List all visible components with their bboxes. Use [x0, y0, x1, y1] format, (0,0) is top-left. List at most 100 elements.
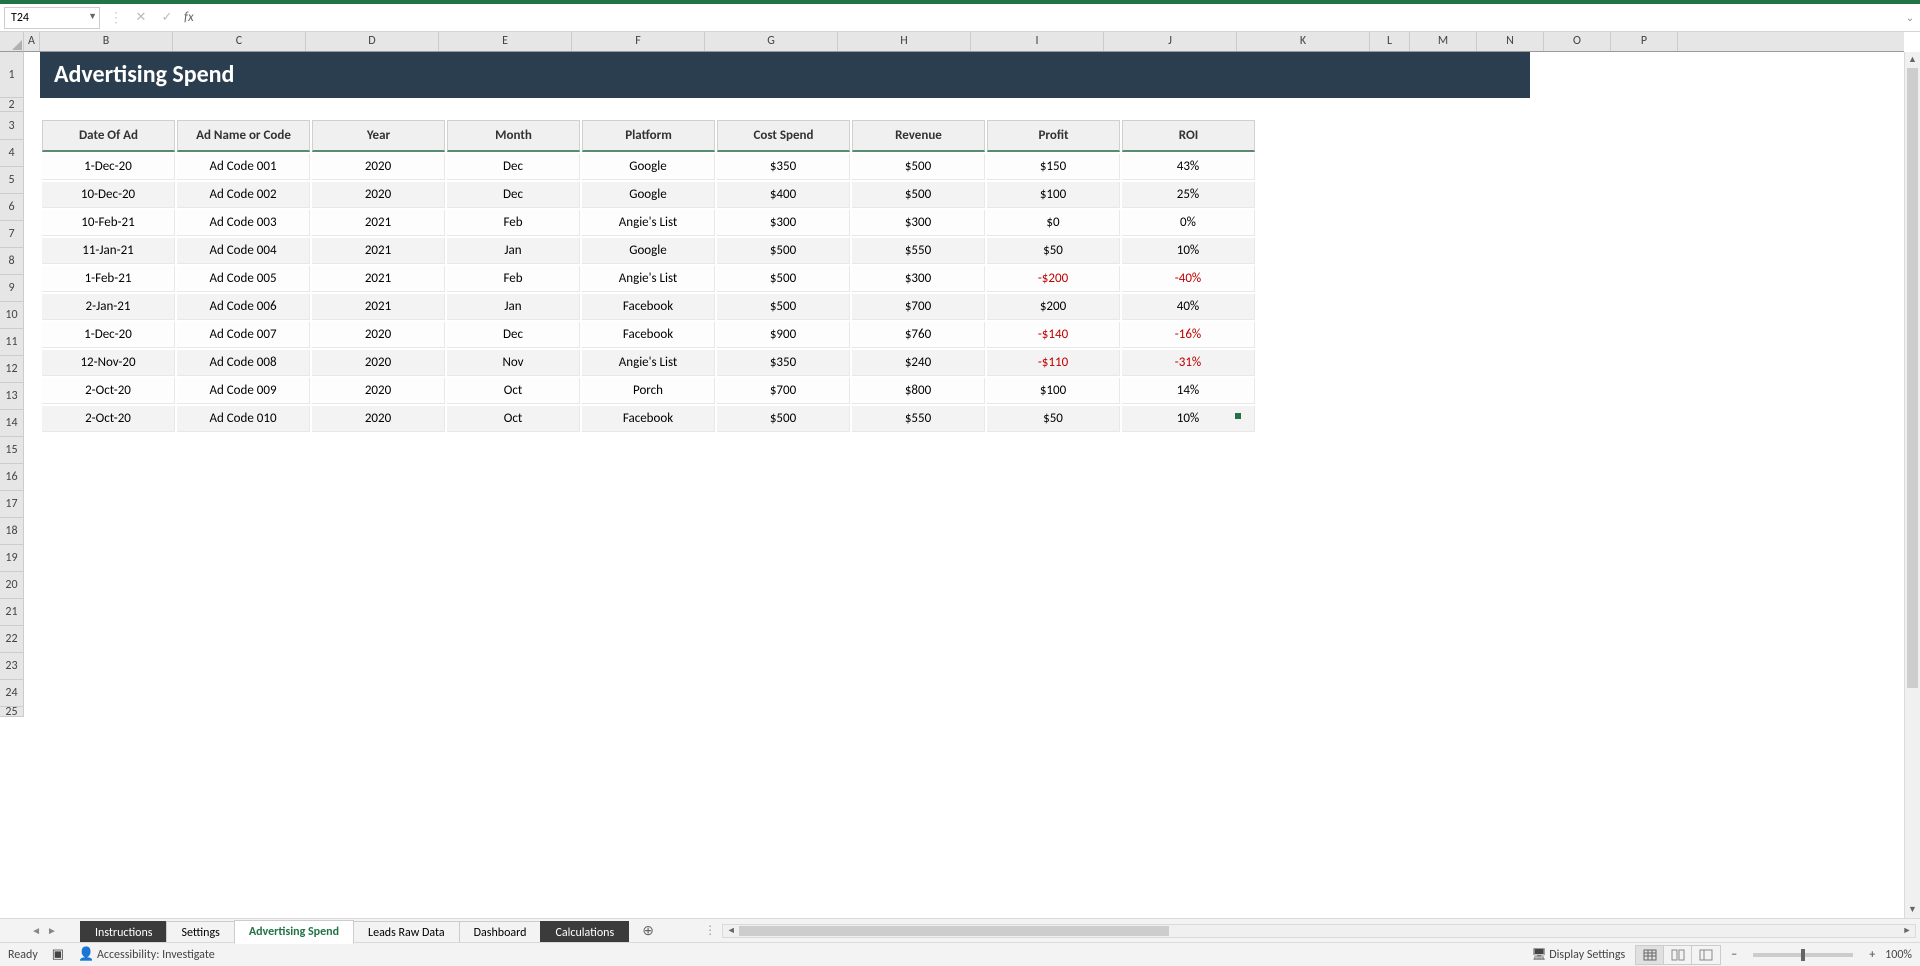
table-cell[interactable]: Google [582, 154, 715, 180]
column-header-N[interactable]: N [1477, 32, 1544, 51]
table-row[interactable]: 1-Feb-21Ad Code 0052021FebAngie's List$5… [42, 266, 1255, 292]
table-row[interactable]: 2-Jan-21Ad Code 0062021JanFacebook$500$7… [42, 294, 1255, 320]
table-cell[interactable]: 2020 [312, 322, 445, 348]
table-cell[interactable]: Ad Code 004 [177, 238, 310, 264]
table-cell[interactable]: $550 [852, 406, 985, 432]
table-cell[interactable]: 25% [1122, 182, 1255, 208]
table-cell[interactable]: -16% [1122, 322, 1255, 348]
scroll-up-button[interactable]: ▲ [1905, 52, 1920, 68]
table-cell[interactable]: -$140 [987, 322, 1120, 348]
table-cell[interactable]: 40% [1122, 294, 1255, 320]
row-header-7[interactable]: 7 [0, 221, 23, 248]
accessibility-status[interactable]: 👤 Accessibility: Investigate [78, 947, 215, 962]
column-header-E[interactable]: E [439, 32, 572, 51]
table-cell[interactable]: Facebook [582, 294, 715, 320]
table-row[interactable]: 1-Dec-20Ad Code 0072020DecFacebook$900$7… [42, 322, 1255, 348]
display-settings-button[interactable]: 🖥 Display Settings [1531, 947, 1625, 962]
enter-formula-button[interactable]: ✓ [158, 10, 176, 25]
table-cell[interactable]: 2020 [312, 154, 445, 180]
table-cell[interactable]: 10% [1122, 238, 1255, 264]
table-cell[interactable]: Ad Code 001 [177, 154, 310, 180]
table-cell[interactable]: $700 [852, 294, 985, 320]
table-header[interactable]: ROI [1122, 120, 1255, 152]
vertical-scrollbar[interactable]: ▲ ▼ [1904, 52, 1920, 918]
table-cell[interactable]: 11-Jan-21 [42, 238, 175, 264]
table-cell[interactable]: Ad Code 005 [177, 266, 310, 292]
table-cell[interactable]: Facebook [582, 406, 715, 432]
row-header-17[interactable]: 17 [0, 491, 23, 518]
table-cell[interactable]: 2-Jan-21 [42, 294, 175, 320]
zoom-in-button[interactable]: + [1869, 948, 1875, 962]
table-cell[interactable]: -$200 [987, 266, 1120, 292]
table-cell[interactable]: Google [582, 182, 715, 208]
row-header-16[interactable]: 16 [0, 464, 23, 491]
table-cell[interactable]: Dec [447, 154, 580, 180]
table-cell[interactable]: 14% [1122, 378, 1255, 404]
table-cell[interactable]: Jan [447, 294, 580, 320]
row-header-23[interactable]: 23 [0, 653, 23, 680]
table-cell[interactable]: Angie's List [582, 210, 715, 236]
row-header-15[interactable]: 15 [0, 437, 23, 464]
horizontal-scroll-thumb[interactable] [739, 926, 1169, 936]
table-cell[interactable]: Ad Code 010 [177, 406, 310, 432]
table-cell[interactable]: $150 [987, 154, 1120, 180]
table-cell[interactable]: -$110 [987, 350, 1120, 376]
column-header-F[interactable]: F [572, 32, 705, 51]
table-cell[interactable]: Ad Code 002 [177, 182, 310, 208]
table-cell[interactable]: $200 [987, 294, 1120, 320]
table-cell[interactable]: 2-Oct-20 [42, 378, 175, 404]
column-header-A[interactable]: A [24, 32, 40, 51]
table-cell[interactable]: 1-Feb-21 [42, 266, 175, 292]
table-cell[interactable]: $240 [852, 350, 985, 376]
row-header-2[interactable]: 2 [0, 98, 23, 112]
row-header-4[interactable]: 4 [0, 140, 23, 167]
sheet-tab-calculations[interactable]: Calculations [540, 921, 629, 944]
table-cell[interactable]: $800 [852, 378, 985, 404]
table-row[interactable]: 1-Dec-20Ad Code 0012020DecGoogle$350$500… [42, 154, 1255, 180]
table-cell[interactable]: -40% [1122, 266, 1255, 292]
row-header-19[interactable]: 19 [0, 545, 23, 572]
page-break-view-button[interactable] [1692, 946, 1720, 964]
table-cell[interactable]: Facebook [582, 322, 715, 348]
table-cell[interactable]: 2021 [312, 294, 445, 320]
table-header[interactable]: Profit [987, 120, 1120, 152]
row-header-10[interactable]: 10 [0, 302, 23, 329]
table-row[interactable]: 10-Dec-20Ad Code 0022020DecGoogle$400$50… [42, 182, 1255, 208]
table-row[interactable]: 12-Nov-20Ad Code 0082020NovAngie's List$… [42, 350, 1255, 376]
table-header[interactable]: Ad Name or Code [177, 120, 310, 152]
table-cell[interactable]: Ad Code 009 [177, 378, 310, 404]
table-cell[interactable]: 2021 [312, 266, 445, 292]
table-cell[interactable]: $500 [717, 266, 850, 292]
table-row[interactable]: 2-Oct-20Ad Code 0102020OctFacebook$500$5… [42, 406, 1255, 432]
table-cell[interactable]: Feb [447, 210, 580, 236]
zoom-slider-thumb[interactable] [1801, 949, 1805, 961]
table-cell[interactable]: $400 [717, 182, 850, 208]
table-cell[interactable]: 10-Feb-21 [42, 210, 175, 236]
table-row[interactable]: 2-Oct-20Ad Code 0092020OctPorch$700$800$… [42, 378, 1255, 404]
table-cell[interactable]: Nov [447, 350, 580, 376]
table-cell[interactable]: 1-Dec-20 [42, 322, 175, 348]
row-header-6[interactable]: 6 [0, 194, 23, 221]
table-cell[interactable]: $760 [852, 322, 985, 348]
column-header-H[interactable]: H [838, 32, 971, 51]
table-cell[interactable]: 2020 [312, 406, 445, 432]
table-cell[interactable]: Angie's List [582, 350, 715, 376]
scroll-left-button[interactable]: ◄ [723, 925, 739, 936]
row-header-25[interactable]: 25 [0, 707, 23, 717]
row-header-20[interactable]: 20 [0, 572, 23, 599]
table-cell[interactable]: 10% [1122, 406, 1255, 432]
table-cell[interactable]: $300 [717, 210, 850, 236]
table-cell[interactable]: $50 [987, 406, 1120, 432]
column-header-D[interactable]: D [306, 32, 439, 51]
table-header[interactable]: Platform [582, 120, 715, 152]
cancel-formula-button[interactable]: ✕ [132, 10, 150, 25]
row-header-13[interactable]: 13 [0, 383, 23, 410]
sheet-tab-leads-raw-data[interactable]: Leads Raw Data [353, 921, 460, 944]
table-cell[interactable]: $900 [717, 322, 850, 348]
table-cell[interactable]: $550 [852, 238, 985, 264]
table-cell[interactable]: Jan [447, 238, 580, 264]
table-cell[interactable]: $100 [987, 378, 1120, 404]
column-header-L[interactable]: L [1370, 32, 1410, 51]
add-sheet-button[interactable]: ⊕ [636, 922, 660, 939]
column-header-P[interactable]: P [1611, 32, 1678, 51]
